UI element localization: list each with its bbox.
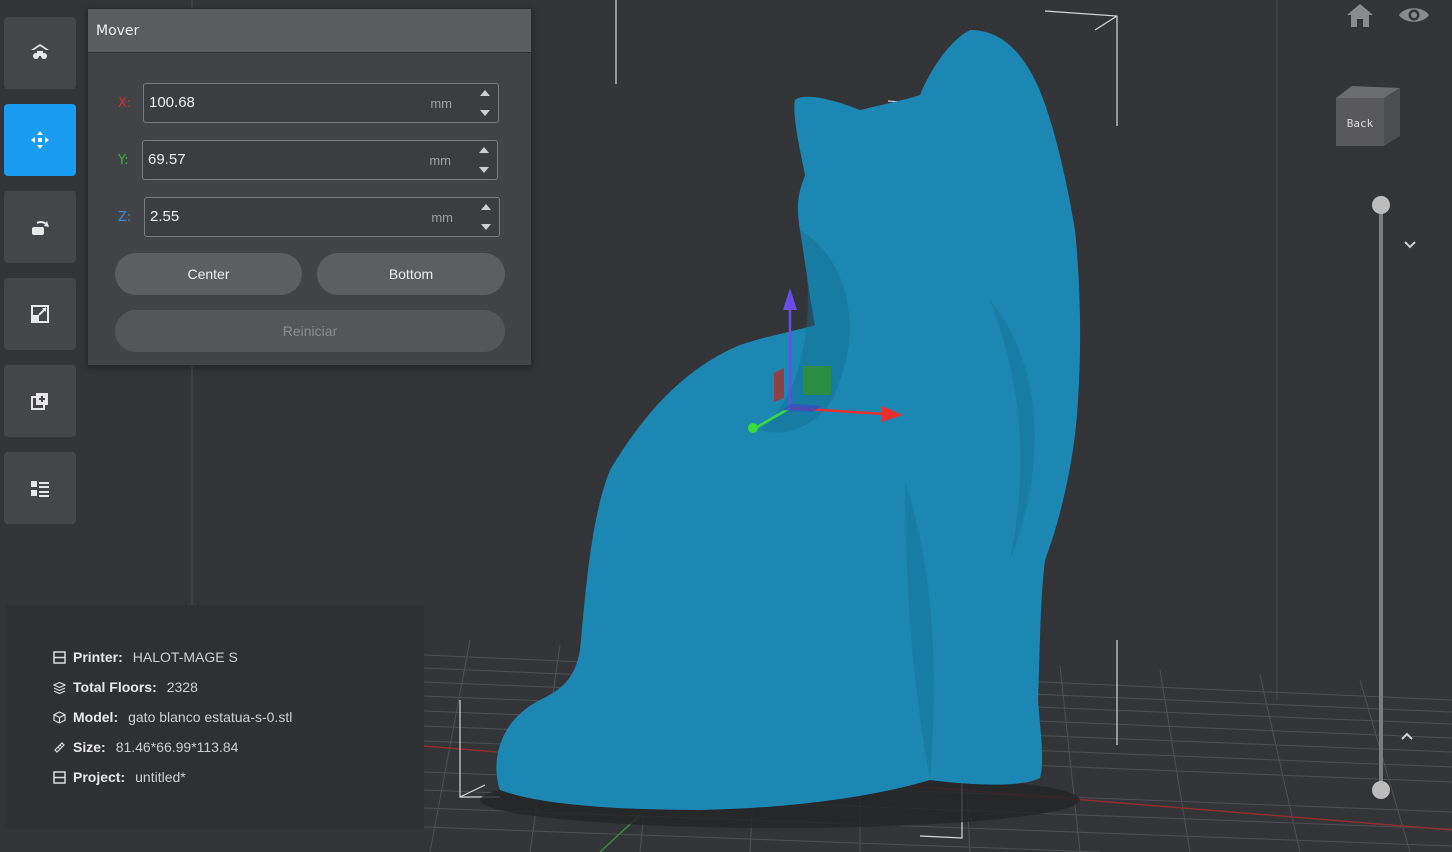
layer-slider-top-handle[interactable] [1372, 196, 1390, 214]
y-increment-icon[interactable] [479, 147, 489, 153]
project-value: untitled* [135, 769, 186, 785]
layers-icon [53, 681, 66, 694]
cube-icon [53, 710, 66, 724]
center-button[interactable]: Center [115, 253, 302, 295]
scale-icon [31, 305, 49, 323]
rotate-icon [32, 221, 49, 235]
tool-rotate-button[interactable] [4, 191, 76, 263]
y-label: Y: [118, 153, 129, 168]
reset-button[interactable]: Reiniciar [115, 310, 505, 352]
x-row: X: 100.68 mm [118, 83, 499, 125]
project-row: Project: untitled* [53, 767, 186, 787]
x-unit: mm [430, 96, 452, 111]
x-label: X: [118, 96, 132, 111]
z-label: Z: [118, 210, 132, 225]
move-panel-title: Mover [96, 22, 140, 39]
layout-icon [31, 44, 49, 59]
visibility-eye-icon[interactable] [1398, 4, 1430, 26]
z-increment-icon[interactable] [481, 204, 491, 210]
view-cube-face-label: Back [1347, 117, 1374, 130]
move-icon [31, 131, 49, 149]
tool-list-button[interactable] [4, 452, 76, 524]
y-unit: mm [429, 153, 451, 168]
floors-value: 2328 [166, 679, 198, 695]
y-value[interactable]: 69.57 [148, 151, 186, 168]
z-row: Z: 2.55 mm [118, 197, 500, 239]
info-panel: Printer: HALOT-MAGE S Total Floors: 2328… [5, 605, 424, 829]
printer-key: Printer: [73, 649, 123, 665]
home-icon[interactable] [1346, 2, 1374, 28]
z-input[interactable]: 2.55 mm [144, 197, 500, 237]
x-input[interactable]: 100.68 mm [143, 83, 499, 123]
x-decrement-icon[interactable] [480, 110, 490, 116]
bottom-button[interactable]: Bottom [317, 253, 505, 295]
y-decrement-icon[interactable] [479, 167, 489, 173]
y-input[interactable]: 69.57 mm [142, 140, 498, 180]
ruler-icon [54, 741, 65, 753]
tool-home-layout-button[interactable] [4, 17, 76, 89]
move-panel: Mover X: 100.68 mm Y: 69.57 mm Z: 2.55 m… [87, 8, 532, 366]
floors-row: Total Floors: 2328 [53, 677, 198, 697]
z-unit: mm [431, 210, 453, 225]
y-row: Y: 69.57 mm [118, 140, 498, 182]
size-key: Size: [73, 739, 106, 755]
printer-value: HALOT-MAGE S [132, 649, 238, 665]
view-cube[interactable]: Back [1334, 84, 1402, 150]
model-value: gato blanco estatua-s-0.stl [128, 709, 293, 725]
project-key: Project: [73, 769, 126, 785]
chevron-up-icon[interactable] [1400, 731, 1414, 741]
size-value: 81.46*66.99*113.84 [115, 739, 239, 755]
z-value[interactable]: 2.55 [150, 208, 179, 225]
printer-row: Printer: HALOT-MAGE S [53, 647, 238, 667]
model-row: Model: gato blanco estatua-s-0.stl [53, 707, 292, 727]
move-panel-header: Mover [88, 9, 531, 53]
tool-scale-button[interactable] [4, 278, 76, 350]
printer-icon [53, 650, 66, 664]
add-copy-icon [31, 393, 48, 410]
list-icon [31, 481, 49, 497]
size-row: Size: 81.46*66.99*113.84 [53, 737, 238, 757]
chevron-down-icon[interactable] [1403, 240, 1417, 250]
layer-slider-track[interactable] [1379, 206, 1383, 790]
floors-key: Total Floors: [73, 679, 157, 695]
x-increment-icon[interactable] [480, 90, 490, 96]
cat-model[interactable] [496, 30, 1081, 810]
z-decrement-icon[interactable] [481, 224, 491, 230]
model-key: Model: [73, 709, 119, 725]
x-value[interactable]: 100.68 [149, 94, 195, 111]
project-icon [53, 770, 66, 784]
tool-add-copy-button[interactable] [4, 365, 76, 437]
layer-slider-bottom-handle[interactable] [1372, 781, 1390, 799]
tool-move-button[interactable] [4, 104, 76, 176]
